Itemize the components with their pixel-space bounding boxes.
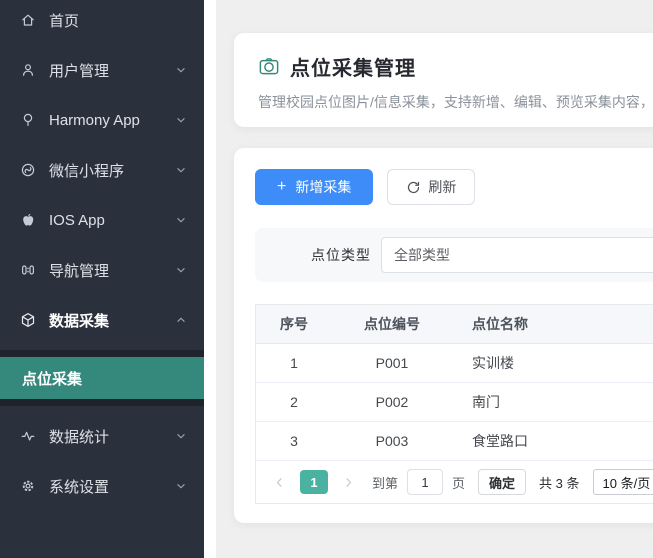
page-header-card: 点位采集管理 管理校园点位图片/信息采集，支持新增、编辑、预览采集内容，按类型 (234, 33, 653, 127)
sidebar-item-label: 用户管理 (49, 60, 109, 81)
sidebar-item-data-collection[interactable]: 数据采集 (0, 300, 204, 340)
sidebar: 首页 用户管理 Harmony App 微信小程序 (0, 0, 204, 558)
chevron-down-icon (174, 263, 188, 277)
cube-icon (20, 312, 36, 328)
goto-page-suffix: 页 (452, 473, 465, 492)
sidebar-item-navigation[interactable]: 导航管理 (0, 250, 204, 290)
sidebar-item-point-collection[interactable]: 点位采集 (0, 357, 204, 399)
sidebar-item-label: 数据统计 (49, 426, 109, 447)
goto-page-prefix: 到第 (372, 473, 398, 492)
pagination-bar: 1 到第 页 确定 共 3 条 10 条/页 (256, 461, 653, 503)
submenu-item-label: 点位采集 (22, 368, 82, 389)
harmony-icon (20, 112, 36, 128)
add-collection-button[interactable]: + 新增采集 (255, 169, 373, 205)
main-content: 点位采集管理 管理校园点位图片/信息采集，支持新增、编辑、预览采集内容，按类型 … (216, 0, 653, 558)
points-table: 序号 点位编号 点位名称 1 P001 实训楼 2 P002 南门 3 P003… (255, 304, 653, 504)
apple-icon (20, 212, 36, 228)
cell-index: 1 (256, 355, 332, 371)
plus-icon: + (277, 179, 286, 195)
chevron-down-icon (174, 163, 188, 177)
prev-page-icon[interactable] (273, 476, 286, 489)
navigation-icon (20, 262, 36, 278)
content-card: + 新增采集 刷新 点位类型 全部类型 序号 点位编号 点 (234, 148, 653, 523)
point-type-select-value: 全部类型 (394, 245, 450, 265)
cell-name: 实训楼 (452, 353, 653, 373)
column-header-name: 点位名称 (452, 314, 653, 334)
refresh-label: 刷新 (428, 177, 456, 197)
sidebar-item-data-statistics[interactable]: 数据统计 (0, 416, 204, 456)
cell-name: 南门 (452, 392, 653, 412)
sidebar-item-users[interactable]: 用户管理 (0, 50, 204, 90)
sidebar-item-label: 系统设置 (49, 476, 109, 497)
point-type-label: 点位类型 (311, 245, 371, 265)
sidebar-item-ios-app[interactable]: IOS App (0, 200, 204, 240)
cell-index: 2 (256, 394, 332, 410)
page-number-button[interactable]: 1 (300, 470, 328, 494)
column-header-index: 序号 (256, 314, 332, 334)
sidebar-item-label: 微信小程序 (49, 160, 124, 181)
cell-code: P003 (332, 433, 452, 449)
total-count-label: 共 3 条 (539, 473, 579, 492)
page-title: 点位采集管理 (290, 52, 416, 81)
gear-icon (20, 478, 36, 494)
next-page-icon[interactable] (342, 476, 355, 489)
sidebar-item-label: IOS App (49, 212, 105, 229)
table-row: 2 P002 南门 (256, 383, 653, 422)
chevron-down-icon (174, 63, 188, 77)
confirm-page-button[interactable]: 确定 (478, 469, 526, 495)
chevron-down-icon (174, 429, 188, 443)
table-row: 1 P001 实训楼 (256, 344, 653, 383)
camera-icon (258, 56, 280, 78)
wechat-icon (20, 162, 36, 178)
cell-name: 食堂路口 (452, 431, 653, 451)
cell-code: P001 (332, 355, 452, 371)
page-subtitle: 管理校园点位图片/信息采集，支持新增、编辑、预览采集内容，按类型 (258, 92, 653, 112)
sidebar-item-label: 首页 (49, 10, 79, 31)
table-row: 3 P003 食堂路口 (256, 422, 653, 461)
chevron-down-icon (174, 213, 188, 227)
sidebar-item-label: 数据采集 (49, 310, 109, 331)
sidebar-item-home[interactable]: 首页 (0, 0, 204, 40)
chevron-down-icon (174, 113, 188, 127)
filter-bar: 点位类型 全部类型 (255, 228, 653, 282)
refresh-button[interactable]: 刷新 (387, 169, 475, 205)
sidebar-item-system-settings[interactable]: 系统设置 (0, 466, 204, 506)
home-icon (20, 12, 36, 28)
chevron-up-icon (174, 313, 188, 327)
user-icon (20, 62, 36, 78)
sidebar-item-label: 导航管理 (49, 260, 109, 281)
column-header-code: 点位编号 (332, 314, 452, 334)
sidebar-item-harmony-app[interactable]: Harmony App (0, 100, 204, 140)
goto-page-input[interactable] (407, 469, 443, 495)
page-size-select[interactable]: 10 条/页 (593, 469, 653, 495)
cell-index: 3 (256, 433, 332, 449)
cell-code: P002 (332, 394, 452, 410)
add-collection-label: 新增采集 (295, 177, 351, 197)
refresh-icon (406, 180, 421, 195)
table-header-row: 序号 点位编号 点位名称 (256, 305, 653, 344)
point-type-select[interactable]: 全部类型 (381, 237, 653, 273)
sidebar-submenu: 点位采集 (0, 350, 204, 406)
chevron-down-icon (174, 479, 188, 493)
sidebar-item-wechat-miniprogram[interactable]: 微信小程序 (0, 150, 204, 190)
pulse-icon (20, 428, 36, 444)
sidebar-item-label: Harmony App (49, 112, 140, 129)
page-size-value: 10 条/页 (603, 473, 651, 492)
